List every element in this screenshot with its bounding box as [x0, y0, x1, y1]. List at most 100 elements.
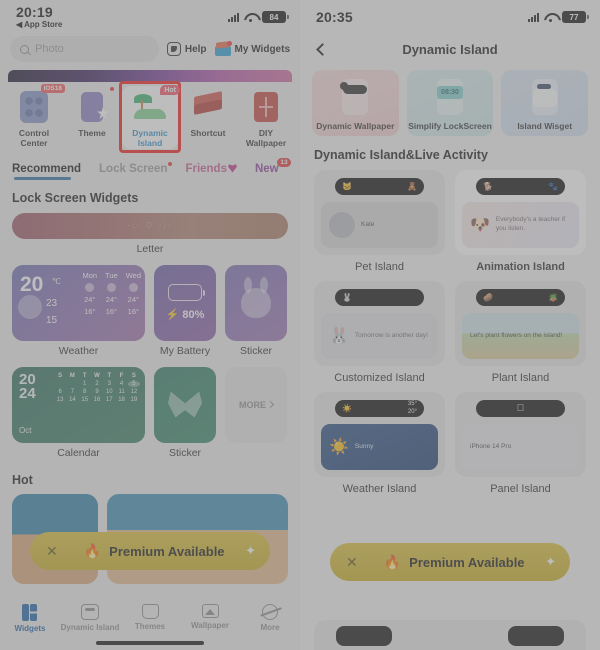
- card-island-wisget[interactable]: Island Wisget: [501, 70, 589, 136]
- island-expanded-preview: 🐰 Tomorrow is another day!: [321, 313, 438, 359]
- category-label-2: Center: [20, 137, 48, 148]
- my-widgets-icon: [214, 41, 232, 56]
- category-theme[interactable]: Theme: [64, 86, 120, 149]
- letter-decoration: ·:· ♡ ·:·: [127, 221, 173, 231]
- status-back-app[interactable]: ◀ App Store: [16, 21, 62, 29]
- weather-unit: ℃: [52, 276, 61, 286]
- forecast-day: Mon 24° 16°: [82, 271, 97, 316]
- widget-sticker-2[interactable]: Sticker: [154, 366, 216, 459]
- widget-more-button[interactable]: MORE: [225, 366, 287, 459]
- cal-day: 6: [58, 388, 62, 395]
- cal-day: 3: [107, 380, 111, 387]
- right-status-bar: 20:35 77: [300, 0, 600, 34]
- seed-icon: 🥔: [483, 293, 493, 302]
- search-icon: [20, 44, 29, 54]
- sun-icon: [85, 282, 95, 292]
- promo-banner-strip[interactable]: [8, 70, 292, 82]
- card-label: Island Wisget: [517, 121, 573, 131]
- widget-letter[interactable]: ·:· ♡ ·:· Letter: [12, 212, 288, 255]
- search-input[interactable]: Photo: [10, 36, 159, 62]
- close-icon[interactable]: ✕: [346, 554, 358, 571]
- island-panel[interactable]:  iPhone 14 Pro Panel Island: [455, 392, 586, 495]
- bunny-character-icon: 🐰: [329, 328, 349, 345]
- tab-friends[interactable]: Friends: [185, 163, 237, 181]
- wallpaper-image-icon: [201, 604, 219, 618]
- category-dynamic-island[interactable]: Hot Dynamic Island: [119, 81, 181, 153]
- cal-day: 17: [105, 396, 113, 403]
- calendar-grid: S M T W T F S 1 2 3 4 5 6 7 8 9 10 11 12…: [54, 373, 140, 403]
- category-shortcut[interactable]: Shortcut: [180, 86, 236, 149]
- day-name: Wed: [125, 270, 141, 280]
- widget-sticker-1[interactable]: Sticker: [225, 264, 287, 357]
- premium-banner[interactable]: ✕ 🔥 Premium Available ✦: [330, 543, 570, 581]
- island-pill: : [476, 400, 565, 417]
- left-search-row: Photo Help My Widgets: [0, 34, 300, 70]
- weather-high: 23: [46, 297, 58, 309]
- widget-label: Sticker: [239, 344, 273, 357]
- content-tabs: Recommend Lock Screen Friends New 13: [0, 154, 300, 181]
- section-title-hot: Hot: [12, 472, 33, 487]
- widget-weather[interactable]: 20 ℃ 23 15 Mon 24° 16° Tue 24° 16° Wed 24° 16°…: [12, 264, 145, 357]
- nav-label: Widgets: [14, 624, 46, 633]
- my-widgets-button[interactable]: My Widgets: [214, 41, 290, 56]
- sparkle-icon: ✦: [545, 554, 556, 569]
- left-status-bar: 20:19 ◀ App Store 84: [0, 0, 300, 34]
- premium-banner[interactable]: ✕ 🔥 Premium Available ✦: [30, 532, 270, 570]
- fire-icon: 🔥: [83, 542, 102, 559]
- widgets-icon: [21, 604, 39, 621]
- widget-my-battery[interactable]: ⚡ 80% My Battery: [154, 264, 216, 357]
- tab-recommend[interactable]: Recommend: [12, 163, 81, 181]
- page-title: Dynamic Island: [402, 41, 498, 57]
- category-diy-wallpaper[interactable]: DIY Wallpaper: [238, 86, 294, 149]
- island-pill: 🥔 🪴: [476, 289, 565, 306]
- island-plant[interactable]: 🥔 🪴 Let's plant flowers on the island! Pl…: [455, 281, 586, 384]
- cal-day-today: 5: [127, 380, 140, 387]
- preview-text: Sunny: [354, 442, 374, 450]
- day-low: 16°: [84, 306, 96, 316]
- island-preview-box: 🐱 🧸 Kate: [314, 170, 445, 255]
- shortcut-icon: [194, 91, 222, 120]
- section-title-lock-screen-widgets: Lock Screen Widgets: [12, 190, 139, 205]
- tab-lock-screen[interactable]: Lock Screen: [99, 161, 173, 181]
- tab-new[interactable]: New 13: [255, 157, 291, 181]
- island-preview-box:  iPhone 14 Pro: [455, 392, 586, 477]
- chevron-left-icon[interactable]: [316, 42, 329, 56]
- card-simplify-lockscreen[interactable]: 08:30 Simplify LockScreen: [406, 70, 494, 136]
- pet-toy-icon: 🧸: [407, 182, 417, 191]
- help-button[interactable]: Help: [166, 42, 207, 56]
- widget-calendar[interactable]: 20 24 Oct S M T W T F S 1 2 3 4 5 6 7 8 …: [12, 366, 145, 459]
- island-animation[interactable]: 🐕 🐾 🐶 Everybody's a teacher if you listen…: [300, 0, 600, 650]
- nav-item-more[interactable]: More: [240, 604, 300, 632]
- cal-day: 8: [83, 388, 87, 395]
- nav-label: Dynamic Island: [60, 623, 120, 632]
- island-pet[interactable]: 🐱 🧸 Kate Pet Island: [314, 170, 445, 273]
- category-control-center[interactable]: iOS18 Control Center: [6, 84, 65, 149]
- card-dynamic-wallpaper[interactable]: Dynamic Wallpaper: [312, 70, 399, 136]
- apple-logo-icon: : [517, 403, 525, 414]
- battery-percent-value: 80%: [182, 309, 205, 322]
- close-icon[interactable]: ✕: [46, 543, 58, 560]
- nav-item-dynamic-island[interactable]: Dynamic Island: [60, 604, 120, 632]
- weather-low: 15: [46, 314, 58, 326]
- island-customized[interactable]: 🐰 🐰 Tomorrow is another day! Customized …: [314, 281, 445, 384]
- bunny-icon: [241, 276, 271, 318]
- heart-icon: [227, 164, 237, 173]
- calendar-year-2: 24: [19, 384, 36, 402]
- right-phone-screen: 20:35 77 Dynamic Island Dynamic Wallpape…: [300, 0, 600, 650]
- island-pill: 🐱 🧸: [335, 178, 424, 195]
- island-weather[interactable]: ☀️ 35° 20° ☀️ Sunny Weather Island: [314, 392, 445, 495]
- nav-item-widgets[interactable]: Widgets: [0, 604, 60, 633]
- weekday: T: [82, 372, 87, 379]
- pet-face-icon: 🐱: [342, 182, 352, 191]
- next-island-row-peek[interactable]: [314, 620, 586, 650]
- day-low: 16°: [127, 306, 140, 316]
- nav-item-wallpaper[interactable]: Wallpaper: [180, 604, 240, 630]
- cal-day: 10: [105, 388, 113, 395]
- weekday: S: [58, 372, 63, 379]
- nav-item-themes[interactable]: Themes: [120, 604, 180, 631]
- left-phone-screen: 20:19 ◀ App Store 84 Photo Help My Widge…: [0, 0, 300, 650]
- right-nav-bar: Dynamic Island: [300, 34, 600, 64]
- category-label-2: Island: [137, 137, 163, 148]
- sun-icon: ☀️: [342, 404, 352, 413]
- island-preview-box: 🐕 🐾 🐶 Everybody's a teacher if you listen…: [455, 170, 586, 255]
